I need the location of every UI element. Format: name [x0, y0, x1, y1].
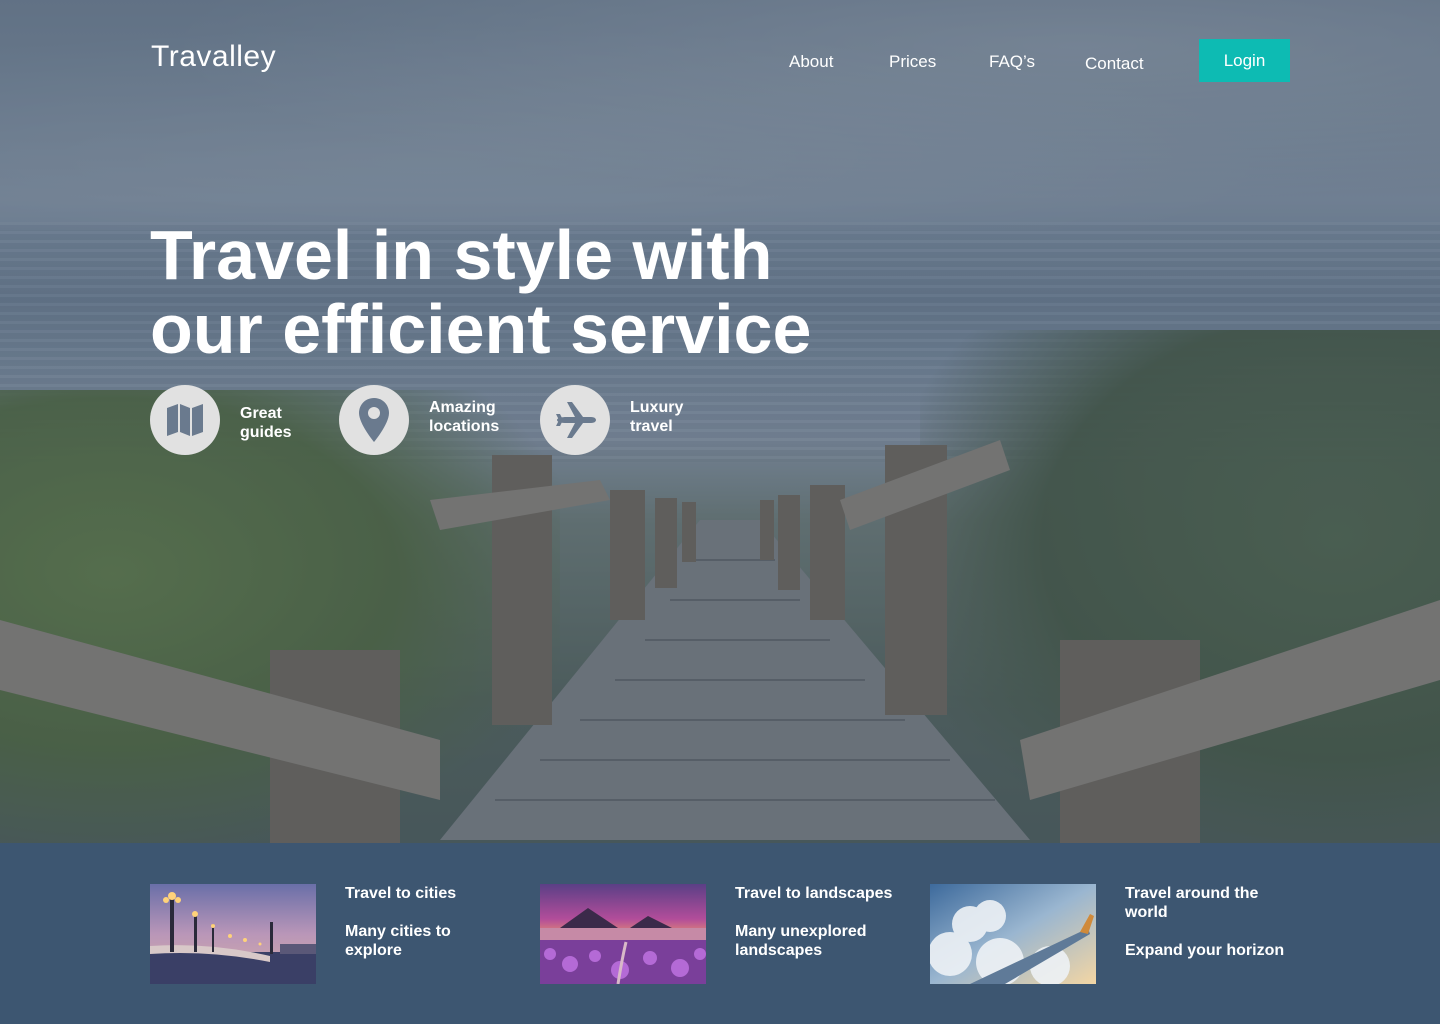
feature-label: Luxury travel	[630, 399, 684, 435]
airplane-wing-thumbnail	[930, 884, 1096, 984]
nav-faqs[interactable]: FAQ’s	[989, 52, 1035, 72]
feature-great-guides: Great guides	[150, 385, 330, 455]
card-subtitle: Many cities to explore	[345, 923, 451, 959]
nav-prices[interactable]: Prices	[889, 52, 936, 72]
location-pin-icon	[339, 385, 409, 455]
nav-contact[interactable]: Contact	[1085, 54, 1144, 74]
airplane-icon	[540, 385, 610, 455]
map-icon	[150, 385, 220, 455]
lavender-landscape-thumbnail	[540, 884, 706, 984]
card-title: Travel to landscapes	[735, 885, 893, 902]
card-title: Travel around the world	[1125, 885, 1259, 921]
hero-headline: Travel in style with our efficient servi…	[150, 218, 910, 366]
city-bridge-thumbnail	[150, 884, 316, 984]
feature-label: Amazing locations	[429, 399, 500, 435]
hero-headline-line1: Travel in style with	[150, 216, 773, 294]
nav-about[interactable]: About	[789, 52, 833, 72]
card-subtitle: Expand your horizon	[1125, 942, 1285, 959]
feature-label: Great guides	[240, 404, 292, 441]
logo[interactable]: Travalley	[151, 40, 276, 74]
login-button[interactable]: Login	[1199, 39, 1290, 82]
card-title: Travel to cities	[345, 885, 457, 902]
card-subtitle: Many unexplored landscapes	[735, 923, 867, 959]
feature-amazing-locations: Amazing locations	[339, 385, 519, 455]
feature-luxury-travel: Luxury travel	[540, 385, 720, 455]
hero-headline-line2: our efficient service	[150, 290, 812, 368]
